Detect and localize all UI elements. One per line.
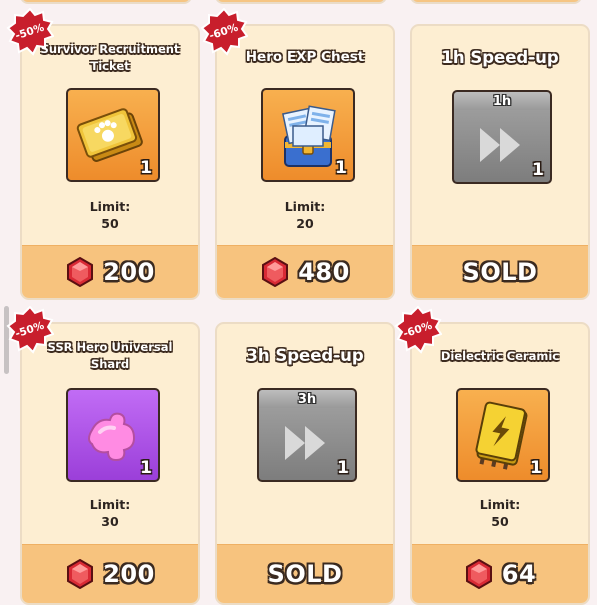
card-title: Hero EXP Chest: [245, 49, 365, 66]
price-value: 64: [501, 560, 537, 588]
price-value: 480: [298, 258, 350, 286]
item-slot[interactable]: 1: [456, 388, 550, 482]
limit-label: Limit:: [89, 497, 131, 512]
shop-card-hero-exp-chest[interactable]: Hero EXP Chest 1 Limit: 20 480: [215, 24, 395, 300]
limit-label: Limit:: [89, 199, 131, 214]
card-title: 1h Speed-up: [441, 48, 559, 68]
limit-value: 30: [101, 514, 119, 529]
buy-button[interactable]: 200: [22, 544, 198, 603]
shop-card-survivor-ticket[interactable]: Survivor Recruitment Ticket 1 Limit: 50 …: [20, 24, 200, 300]
item-slot[interactable]: 1: [66, 88, 160, 182]
limit-label: Limit:: [479, 497, 521, 512]
shop-card-3h-speedup[interactable]: 3h Speed-up 3h 1 SOLD: [215, 322, 395, 605]
sold-text: SOLD: [462, 258, 538, 286]
purchase-limit: Limit: 30: [22, 496, 198, 530]
gem-icon: [67, 257, 94, 287]
discount-badge: -50%: [6, 306, 54, 354]
sold-label: SOLD: [217, 544, 393, 603]
card-title: SSR Hero Universal Shard: [47, 340, 173, 371]
previous-card-edge: [410, 0, 582, 4]
item-slot[interactable]: 1: [66, 388, 160, 482]
card-title: 3h Speed-up: [246, 346, 364, 366]
card-title: Survivor Recruitment Ticket: [40, 42, 180, 73]
discount-badge: -60%: [394, 306, 442, 354]
card-title: Dielectric Ceramic: [440, 348, 560, 363]
gem-icon: [465, 559, 492, 589]
shop-card-ssr-shard[interactable]: SSR Hero Universal Shard 1 Limit: 30 200: [20, 322, 200, 605]
buy-button[interactable]: 200: [22, 245, 198, 298]
purchase-limit: Limit: 50: [22, 198, 198, 232]
speedup-duration-tab: 1h: [452, 90, 552, 112]
limit-value: 50: [101, 216, 119, 231]
purchase-limit: Limit: 50: [412, 496, 588, 530]
sold-text: SOLD: [267, 560, 343, 588]
buy-button[interactable]: 480: [217, 245, 393, 298]
item-slot[interactable]: 1: [452, 110, 552, 184]
item-quantity: 1: [532, 160, 544, 180]
item-slot[interactable]: 1: [261, 88, 355, 182]
item-quantity: 1: [530, 458, 542, 478]
shop-card-1h-speedup[interactable]: 1h Speed-up 1h 1 SOLD: [410, 24, 590, 300]
limit-value: 50: [491, 514, 509, 529]
item-quantity: 1: [337, 458, 349, 478]
sold-label: SOLD: [412, 245, 588, 298]
limit-value: 20: [296, 216, 314, 231]
gem-icon: [262, 257, 289, 287]
discount-badge: -50%: [6, 8, 54, 56]
purchase-limit: Limit: 20: [217, 198, 393, 232]
item-quantity: 1: [140, 458, 152, 478]
price-value: 200: [103, 560, 155, 588]
item-quantity: 1: [335, 158, 347, 178]
item-slot[interactable]: 1: [257, 408, 357, 482]
previous-card-edge: [20, 0, 192, 4]
price-value: 200: [103, 258, 155, 286]
item-quantity: 1: [140, 158, 152, 178]
speedup-duration-tab: 3h: [257, 388, 357, 410]
limit-label: Limit:: [284, 199, 326, 214]
gem-icon: [67, 559, 94, 589]
shop-card-dielectric-ceramic[interactable]: Dielectric Ceramic 1 Limit: 50 64: [410, 322, 590, 605]
discount-badge: -60%: [200, 8, 248, 56]
buy-button[interactable]: 64: [412, 544, 588, 603]
previous-card-edge: [215, 0, 387, 4]
